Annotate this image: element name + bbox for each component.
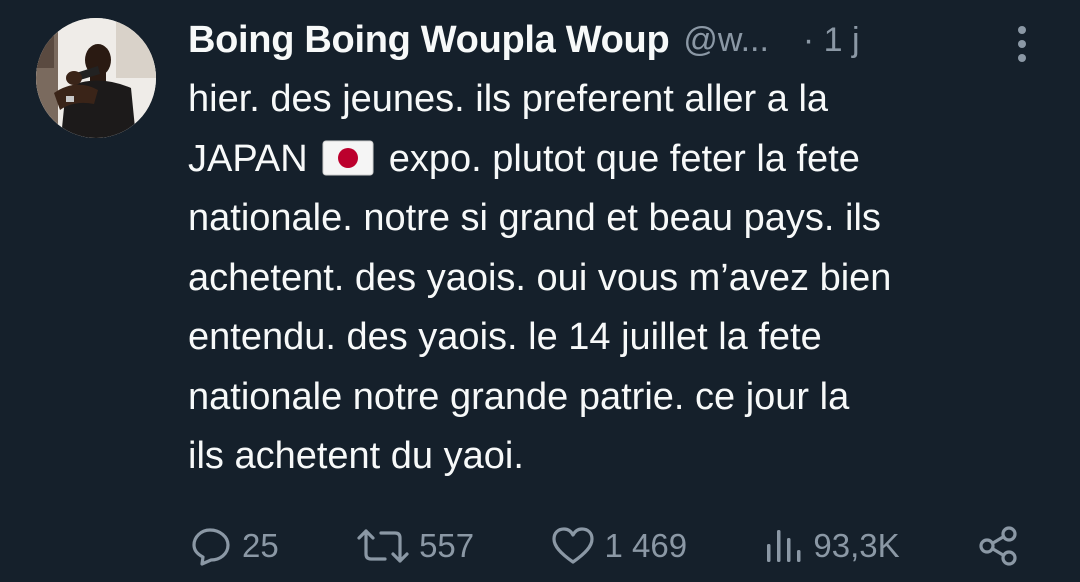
tweet-text: hier. des jeunes. ils preferent aller a … <box>188 70 1058 487</box>
like-count: 1 469 <box>604 527 688 564</box>
views-button[interactable]: 93,3K <box>763 526 900 566</box>
timestamp[interactable]: · 1 j <box>803 21 860 60</box>
repost-icon <box>357 529 409 563</box>
share-button[interactable] <box>976 524 1020 568</box>
tweet-text-part-2: expo. plutot que feter la fete nationale… <box>188 137 892 478</box>
avatar[interactable] <box>36 18 156 138</box>
views-icon <box>767 530 801 562</box>
repost-button[interactable]: 557 <box>355 526 474 566</box>
user-handle[interactable]: @w... <box>683 21 769 60</box>
tweet-header: Boing Boing Woupla Woup @w... · 1 j <box>188 14 860 66</box>
japan-flag-emoji <box>322 140 374 175</box>
display-name[interactable]: Boing Boing Woupla Woup <box>188 19 670 62</box>
action-bar: 25 557 1 469 93,3K <box>190 522 1020 570</box>
more-icon[interactable] <box>1002 22 1042 66</box>
like-button[interactable]: 1 469 <box>550 526 687 566</box>
reply-button[interactable]: 25 <box>190 526 279 566</box>
reply-count: 25 <box>242 527 279 564</box>
reply-icon <box>192 528 230 566</box>
heart-icon <box>552 527 595 564</box>
repost-count: 557 <box>419 527 475 564</box>
view-count: 93,3K <box>813 527 900 564</box>
avatar-photo <box>36 18 156 138</box>
share-icon <box>979 526 1017 566</box>
